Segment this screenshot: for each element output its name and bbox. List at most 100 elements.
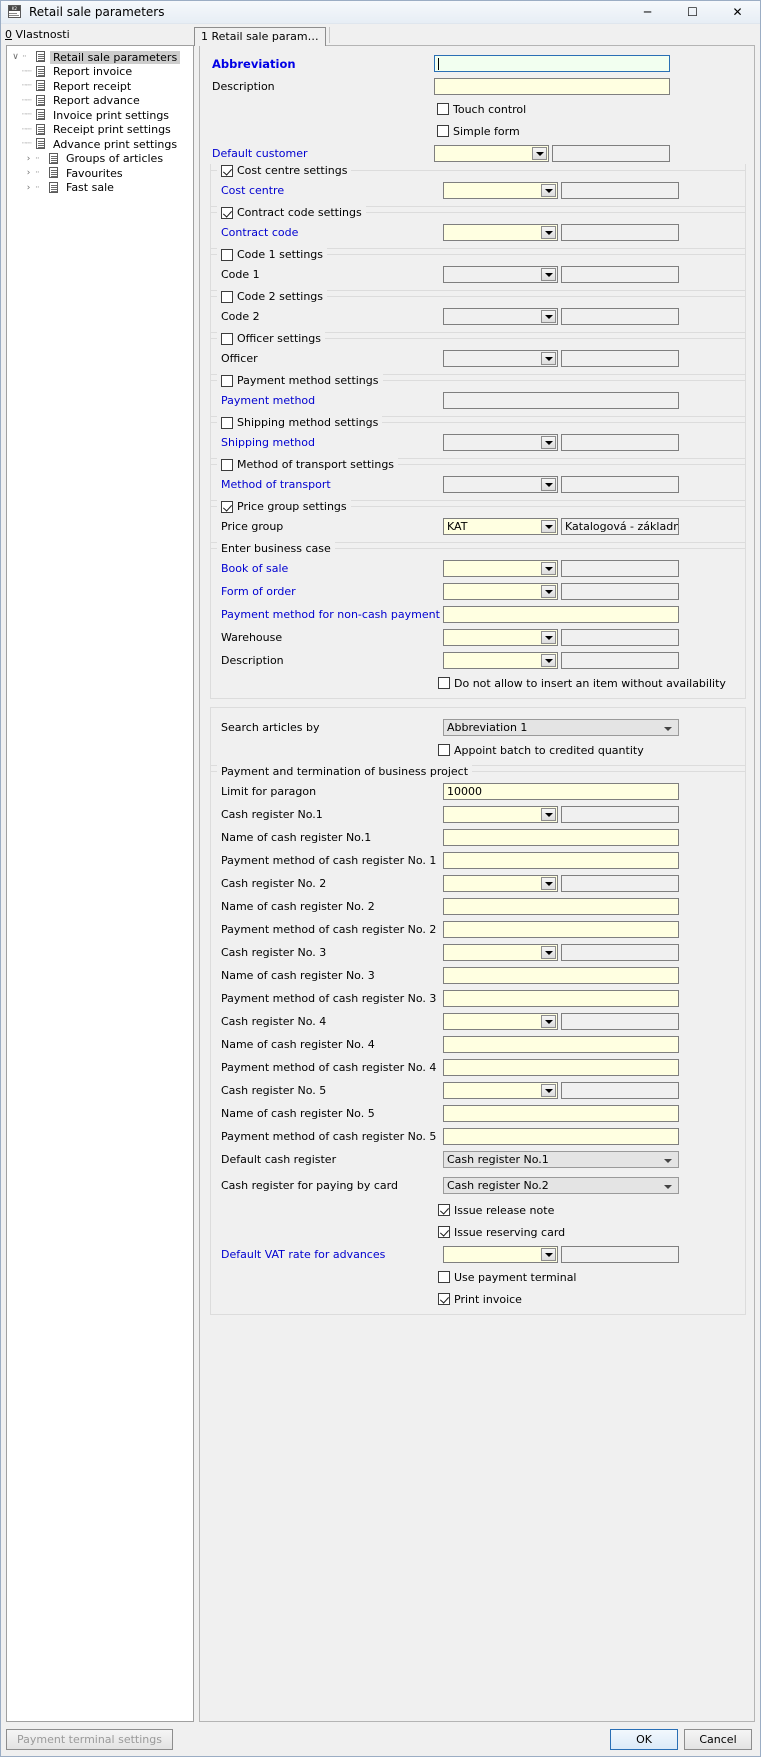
code-1-group-checkbox[interactable]: [221, 249, 233, 261]
chevron-down-icon[interactable]: [532, 147, 547, 160]
code-2-group-checkbox[interactable]: [221, 291, 233, 303]
bc-description-combo[interactable]: [443, 652, 558, 669]
payment-method-cash-register-4-combo[interactable]: [443, 1059, 679, 1076]
issue-reserving-card-checkbox[interactable]: [438, 1226, 450, 1238]
cost-centre-group-header[interactable]: Cost centre settings: [217, 164, 351, 177]
print-invoice-checkbox[interactable]: [438, 1293, 450, 1305]
tree-node-root[interactable]: ∨ ·· Retail sale parameters: [9, 50, 191, 65]
payment-method-noncash-combo[interactable]: [443, 606, 679, 623]
payment-method-group-header[interactable]: Payment method settings: [217, 374, 383, 387]
cash-register-3-combo[interactable]: [443, 944, 558, 961]
cash-register-5-combo[interactable]: [443, 1082, 558, 1099]
payment-method-cash-register-3-combo[interactable]: [443, 990, 679, 1007]
cash-register-1-combo[interactable]: [443, 806, 558, 823]
method-of-transport-group-checkbox[interactable]: [221, 459, 233, 471]
chevron-down-icon[interactable]: [541, 631, 556, 644]
default-cash-register-select[interactable]: Cash register No.1: [443, 1151, 679, 1168]
name-cash-register-3-input[interactable]: [443, 967, 679, 984]
contract-code-group-header[interactable]: Contract code settings: [217, 206, 366, 219]
search-articles-by-select[interactable]: Abbreviation 1: [443, 719, 679, 736]
shipping-method-combo[interactable]: [443, 434, 558, 451]
chevron-down-icon[interactable]: [541, 184, 556, 197]
name-cash-register-2-input[interactable]: [443, 898, 679, 915]
chevron-right-icon[interactable]: ›: [22, 168, 35, 178]
officer-combo[interactable]: [443, 350, 558, 367]
payment-method-cash-register-5-combo[interactable]: [443, 1128, 679, 1145]
simple-form-checkbox[interactable]: [437, 125, 449, 137]
form-of-order-combo[interactable]: [443, 583, 558, 600]
default-vat-rate-combo[interactable]: [443, 1246, 558, 1263]
tree-node-report-invoice[interactable]: ┈┈ Report invoice: [9, 65, 191, 80]
method-of-transport-group-header[interactable]: Method of transport settings: [217, 458, 398, 471]
chevron-down-icon[interactable]: [541, 808, 556, 821]
name-cash-register-1-input[interactable]: [443, 829, 679, 846]
row-touch-control[interactable]: Touch control: [210, 98, 746, 120]
chevron-down-icon[interactable]: [541, 946, 556, 959]
chevron-down-icon[interactable]: [541, 1084, 556, 1097]
row-issue-reserving-card[interactable]: Issue reserving card: [219, 1221, 745, 1243]
shipping-method-group-header[interactable]: Shipping method settings: [217, 416, 382, 429]
close-button[interactable]: ✕: [715, 1, 760, 24]
price-group-group-header[interactable]: Price group settings: [217, 500, 351, 513]
tab-retail-sale-param[interactable]: 1 Retail sale param…: [194, 27, 326, 46]
appoint-batch-checkbox[interactable]: [438, 744, 450, 756]
warehouse-combo[interactable]: [443, 629, 558, 646]
code-1-group-header[interactable]: Code 1 settings: [217, 248, 327, 261]
row-no-insert-without-availability[interactable]: Do not allow to insert an item without a…: [219, 672, 745, 694]
maximize-button[interactable]: ☐: [670, 1, 715, 24]
name-cash-register-4-input[interactable]: [443, 1036, 679, 1053]
tree-node-favourites[interactable]: › ·· Favourites: [9, 166, 191, 181]
chevron-down-icon[interactable]: [541, 877, 556, 890]
payment-terminal-settings-button[interactable]: Payment terminal settings: [6, 1729, 173, 1750]
chevron-down-icon[interactable]: [541, 226, 556, 239]
price-group-combo[interactable]: KAT: [443, 518, 558, 535]
tree-node-fast-sale[interactable]: › ·· Fast sale: [9, 181, 191, 196]
chevron-down-icon[interactable]: [541, 436, 556, 449]
tree-node-receipt-print-settings[interactable]: ┈┈ Receipt print settings: [9, 123, 191, 138]
limit-for-paragon-input[interactable]: 10000: [443, 783, 679, 800]
chevron-right-icon[interactable]: ›: [22, 183, 35, 193]
chevron-down-icon[interactable]: [541, 1248, 556, 1261]
row-print-invoice[interactable]: Print invoice: [219, 1288, 745, 1310]
chevron-down-icon[interactable]: [541, 1015, 556, 1028]
tree-node-advance-print-settings[interactable]: ┈┈ Advance print settings: [9, 137, 191, 152]
row-appoint-batch[interactable]: Appoint batch to credited quantity: [219, 739, 745, 761]
cash-register-4-combo[interactable]: [443, 1013, 558, 1030]
cancel-button[interactable]: Cancel: [684, 1729, 752, 1750]
officer-group-checkbox[interactable]: [221, 333, 233, 345]
chevron-down-icon[interactable]: [541, 654, 556, 667]
navigation-tree[interactable]: ∨ ·· Retail sale parameters ┈┈ Report in…: [6, 45, 194, 1722]
row-simple-form[interactable]: Simple form: [210, 120, 746, 142]
tree-node-groups-of-articles[interactable]: › ·· Groups of articles: [9, 152, 191, 167]
tree-node-invoice-print-settings[interactable]: ┈┈ Invoice print settings: [9, 108, 191, 123]
cash-register-2-combo[interactable]: [443, 875, 558, 892]
chevron-down-icon[interactable]: [541, 478, 556, 491]
chevron-down-icon[interactable]: [541, 310, 556, 323]
chevron-right-icon[interactable]: ›: [22, 154, 35, 164]
row-issue-release-note[interactable]: Issue release note: [219, 1199, 745, 1221]
chevron-down-icon[interactable]: ∨: [9, 52, 22, 62]
row-use-payment-terminal[interactable]: Use payment terminal: [219, 1266, 745, 1288]
cost-centre-combo[interactable]: [443, 182, 558, 199]
chevron-down-icon[interactable]: [541, 352, 556, 365]
chevron-down-icon[interactable]: [541, 268, 556, 281]
chevron-down-icon[interactable]: [541, 520, 556, 533]
no-insert-without-availability-checkbox[interactable]: [438, 677, 450, 689]
minimize-button[interactable]: ─: [625, 1, 670, 24]
contract-code-group-checkbox[interactable]: [221, 207, 233, 219]
contract-code-combo[interactable]: [443, 224, 558, 241]
use-payment-terminal-checkbox[interactable]: [438, 1271, 450, 1283]
cash-register-card-select[interactable]: Cash register No.2: [443, 1177, 679, 1194]
touch-control-checkbox[interactable]: [437, 103, 449, 115]
ok-button[interactable]: OK: [610, 1729, 678, 1750]
officer-group-header[interactable]: Officer settings: [217, 332, 325, 345]
name-cash-register-5-input[interactable]: [443, 1105, 679, 1122]
method-of-transport-combo[interactable]: [443, 476, 558, 493]
payment-method-cash-register-1-combo[interactable]: [443, 852, 679, 869]
description-input[interactable]: [434, 78, 670, 95]
issue-release-note-checkbox[interactable]: [438, 1204, 450, 1216]
code-2-combo[interactable]: [443, 308, 558, 325]
shipping-method-group-checkbox[interactable]: [221, 417, 233, 429]
code-1-combo[interactable]: [443, 266, 558, 283]
abbreviation-input[interactable]: [434, 55, 670, 72]
